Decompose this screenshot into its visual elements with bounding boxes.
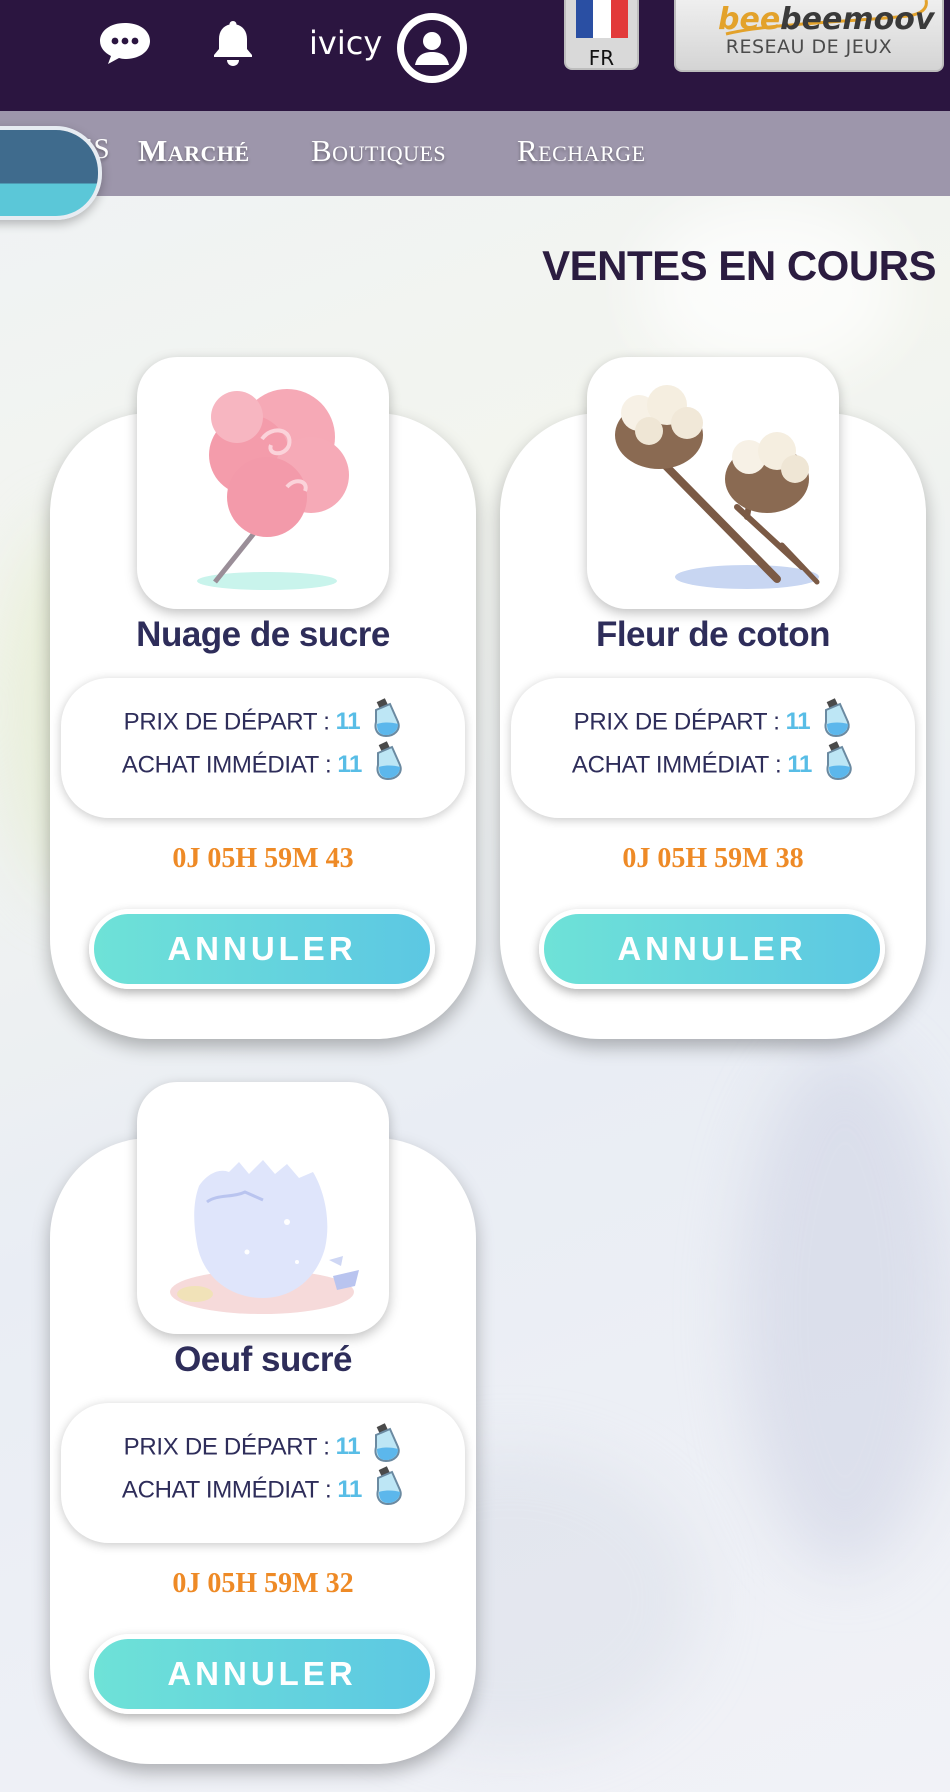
sugar-egg-icon: [137, 1082, 389, 1334]
sale-card: Nuage de sucre PRIX DE DÉPART :11 ACHAT …: [50, 357, 476, 1039]
price-box: PRIX DE DÉPART :11 ACHAT IMMÉDIAT :11: [61, 1403, 465, 1543]
buy-now-row: ACHAT IMMÉDIAT :11: [511, 741, 915, 781]
price-box: PRIX DE DÉPART :11 ACHAT IMMÉDIAT :11: [61, 678, 465, 818]
start-price-label: PRIX DE DÉPART :: [123, 1433, 330, 1461]
avatar[interactable]: [397, 13, 467, 83]
buy-now-row: ACHAT IMMÉDIAT :11: [61, 1466, 465, 1506]
item-name: Oeuf sucré: [174, 1340, 352, 1379]
potion-icon: [826, 741, 852, 781]
chat-icon[interactable]: [96, 20, 154, 66]
language-selector[interactable]: FR: [564, 0, 639, 70]
cancel-button[interactable]: ANNULER: [539, 909, 885, 989]
flag-fr-icon: [576, 0, 628, 38]
buy-now-label: ACHAT IMMÉDIAT :: [121, 751, 332, 779]
partner-logo-button[interactable]: beebeemoov RESEAU DE JEUX: [674, 0, 944, 72]
cancel-button[interactable]: ANNULER: [89, 909, 435, 989]
buy-now-row: ACHAT IMMÉDIAT :11: [61, 741, 465, 781]
nav-active-pill[interactable]: S: [0, 126, 102, 220]
sale-card: Fleur de coton PRIX DE DÉPART :11 ACHAT …: [500, 357, 926, 1039]
cancel-button[interactable]: ANNULER: [89, 1634, 435, 1714]
buy-now-value: 11: [337, 751, 363, 779]
cotton-candy-icon: [137, 357, 389, 609]
countdown-timer: 0J 05H 59M 32: [172, 1568, 354, 1599]
nav-item-recharge[interactable]: Recharge: [517, 133, 646, 169]
language-label: FR: [588, 46, 615, 70]
price-box: PRIX DE DÉPART :11 ACHAT IMMÉDIAT :11: [511, 678, 915, 818]
start-price-row: PRIX DE DÉPART :11: [61, 698, 465, 738]
page-title: VENTES EN COURS: [542, 242, 936, 289]
start-price-label: PRIX DE DÉPART :: [123, 708, 330, 736]
nav-item-boutiques[interactable]: Boutiques: [311, 133, 446, 169]
sale-card: Oeuf sucré PRIX DE DÉPART :11 ACHAT IMMÉ…: [50, 1082, 476, 1764]
start-price-value: 11: [785, 708, 811, 736]
potion-icon: [374, 1423, 401, 1463]
potion-icon: [824, 698, 851, 738]
potion-icon: [376, 1466, 402, 1506]
background-glow: [740, 1050, 950, 1570]
start-price-row: PRIX DE DÉPART :11: [61, 1423, 465, 1463]
item-name: Nuage de sucre: [136, 615, 390, 654]
partner-logo-text: beebeemoov: [718, 2, 935, 37]
buy-now-label: ACHAT IMMÉDIAT :: [121, 1476, 332, 1504]
partner-tagline: RESEAU DE JEUX: [725, 36, 893, 58]
countdown-timer: 0J 05H 59M 43: [172, 843, 354, 874]
buy-now-value: 11: [337, 1476, 363, 1504]
start-price-value: 11: [335, 1433, 361, 1461]
item-name: Fleur de coton: [595, 615, 831, 654]
countdown-timer: 0J 05H 59M 38: [622, 843, 804, 874]
top-bar: ivicy FR beebeemoov RESEAU DE JEUX: [0, 0, 950, 111]
start-price-row: PRIX DE DÉPART :11: [511, 698, 915, 738]
potion-icon: [376, 741, 402, 781]
start-price-value: 11: [335, 708, 361, 736]
start-price-label: PRIX DE DÉPART :: [573, 708, 780, 736]
buy-now-label: ACHAT IMMÉDIAT :: [571, 751, 782, 779]
bell-icon[interactable]: [210, 18, 256, 68]
buy-now-value: 11: [787, 751, 813, 779]
nav-item-marche[interactable]: Marché: [138, 133, 250, 169]
username[interactable]: ivicy: [309, 24, 382, 62]
potion-icon: [374, 698, 401, 738]
cotton-flower-icon: [587, 357, 839, 609]
background-glow: [640, 200, 900, 380]
